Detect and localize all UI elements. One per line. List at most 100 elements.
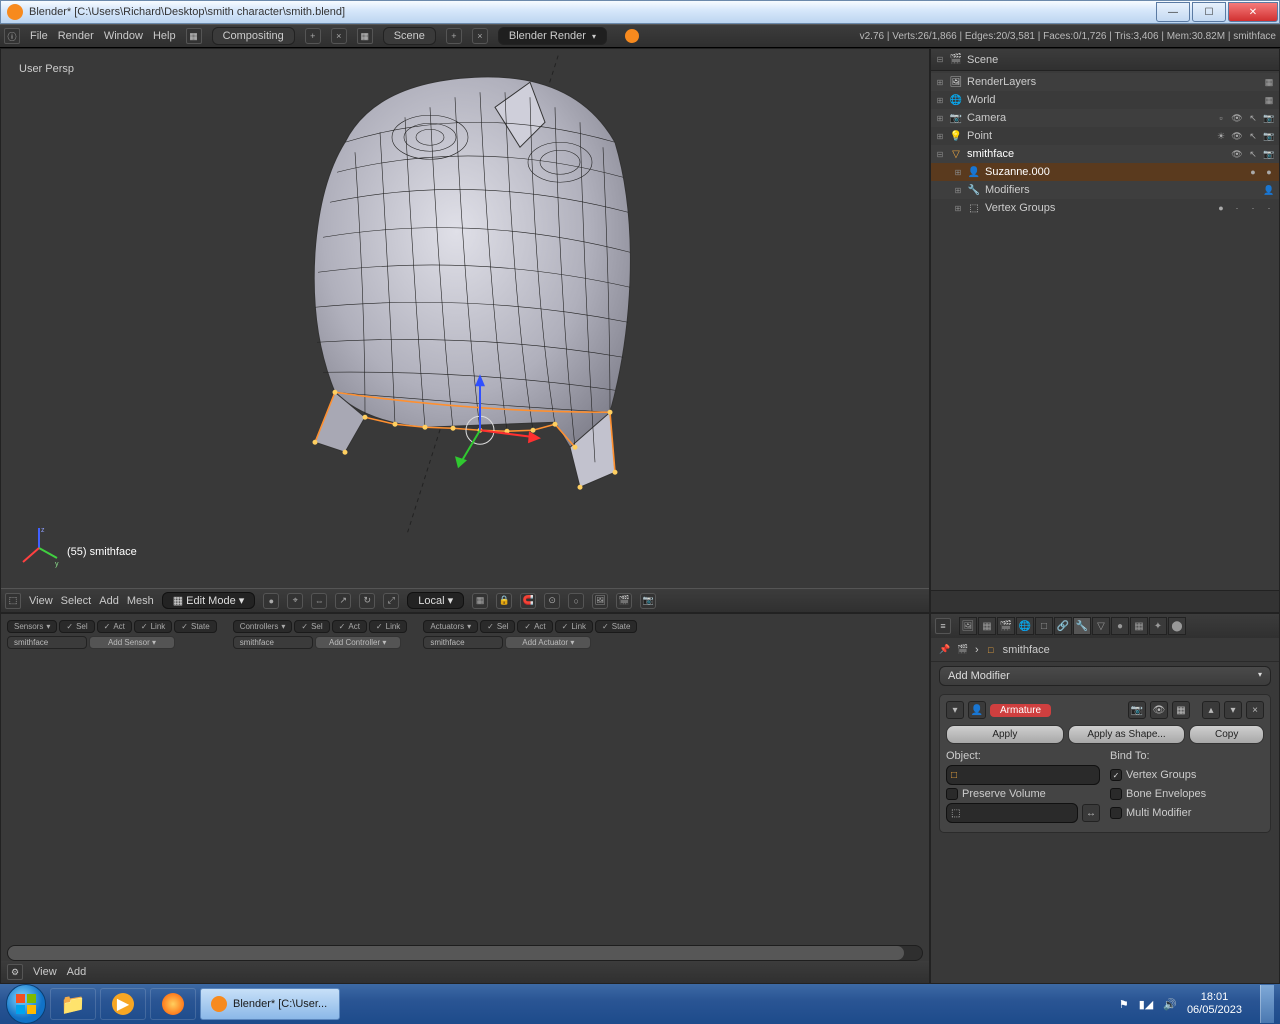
scene-browse-icon[interactable]: ▦ xyxy=(357,28,373,44)
bone-envelopes-checkbox[interactable] xyxy=(1110,788,1122,800)
tray-network-icon[interactable]: ▮◢ xyxy=(1139,998,1154,1011)
move-down-icon[interactable]: ▾ xyxy=(1224,701,1242,719)
manipulator-scale[interactable]: ⤢ xyxy=(383,593,399,609)
tab-physics[interactable]: ⬤ xyxy=(1168,617,1186,635)
editor-type-icon[interactable]: ⓘ xyxy=(4,28,20,44)
eye-icon[interactable]: 👁 xyxy=(1231,148,1243,160)
taskbar-media-player-icon[interactable]: ▶ xyxy=(100,988,146,1020)
properties-editor-type-icon[interactable]: ≡ xyxy=(935,618,951,634)
mesh-object[interactable] xyxy=(215,52,715,537)
add-modifier-button[interactable]: Add Modifier▾ xyxy=(939,666,1271,686)
screen-browse-icon[interactable]: ▦ xyxy=(186,28,202,44)
window-close-button[interactable]: ✕ xyxy=(1228,2,1278,22)
editor-type-3dview-icon[interactable]: ⬚ xyxy=(5,593,21,609)
add-scene-button[interactable]: + xyxy=(446,28,462,44)
add-sensor-button[interactable]: Add Sensor ▾ xyxy=(89,636,175,649)
proportional-edit-icon[interactable]: ○ xyxy=(568,593,584,609)
modifier-name[interactable]: Armature xyxy=(990,704,1051,717)
armature-object-field[interactable]: □ xyxy=(946,765,1100,785)
taskbar-clock[interactable]: 18:01 06/05/2023 xyxy=(1187,991,1242,1017)
render-icon[interactable]: 📷 xyxy=(1263,148,1275,160)
tab-scene[interactable]: 🎬 xyxy=(997,617,1015,635)
tray-flag-icon[interactable]: ⚑ xyxy=(1119,998,1129,1011)
render-preview-icon[interactable]: 🖼 xyxy=(592,593,608,609)
orientation-selector[interactable]: Local ▾ xyxy=(407,592,464,609)
opengl-render-icon[interactable]: 📷 xyxy=(640,593,656,609)
outliner-scene-name[interactable]: Scene xyxy=(967,54,998,66)
manipulator-rotate[interactable]: ↻ xyxy=(359,593,375,609)
eye-icon[interactable]: 👁 xyxy=(1231,112,1243,124)
delete-scene-button[interactable]: × xyxy=(472,28,488,44)
add-screen-button[interactable]: + xyxy=(305,28,321,44)
outliner-row-point[interactable]: ⊞💡Point☀👁↖📷 xyxy=(931,127,1279,145)
outliner-row-renderlayers[interactable]: ⊞🖼RenderLayers▦ xyxy=(931,73,1279,91)
cursor-icon[interactable]: ↖ xyxy=(1247,148,1259,160)
menu-render[interactable]: Render xyxy=(58,30,94,42)
taskbar-firefox-icon[interactable] xyxy=(150,988,196,1020)
outliner-row-world[interactable]: ⊞🌐World▦ xyxy=(931,91,1279,109)
3d-view-region[interactable]: User Persp xyxy=(1,49,929,588)
viewport-visibility-icon[interactable]: 👁 xyxy=(1150,701,1168,719)
window-minimize-button[interactable]: — xyxy=(1156,2,1190,22)
invert-vgroup-icon[interactable]: ↔ xyxy=(1082,804,1100,822)
actuators-dropdown[interactable]: Actuators ▾ xyxy=(423,620,478,633)
tab-render[interactable]: 🖼 xyxy=(959,617,977,635)
eye-icon[interactable]: 👁 xyxy=(1231,130,1243,142)
outliner-tree[interactable]: ⊞🖼RenderLayers▦ ⊞🌐World▦ ⊞📷Camera▫👁↖📷 ⊞💡… xyxy=(931,71,1279,590)
layers-button[interactable]: ▦ xyxy=(472,593,488,609)
snap-target-icon[interactable]: ⊙ xyxy=(544,593,560,609)
tab-constraints[interactable]: 🔗 xyxy=(1054,617,1072,635)
tab-material[interactable]: ● xyxy=(1111,617,1129,635)
apply-shape-button[interactable]: Apply as Shape... xyxy=(1068,725,1186,744)
delete-modifier-button[interactable]: × xyxy=(1246,701,1264,719)
outliner-row-modifiers[interactable]: ⊞🔧Modifiers👤 xyxy=(931,181,1279,199)
snap-toggle[interactable]: 🧲 xyxy=(520,593,536,609)
vertex-groups-checkbox[interactable]: ✓ xyxy=(1110,769,1122,781)
move-up-icon[interactable]: ▴ xyxy=(1202,701,1220,719)
cursor-icon[interactable]: ↖ xyxy=(1247,112,1259,124)
panel-collapse-icon[interactable]: ▾ xyxy=(946,701,964,719)
editmode-visibility-icon[interactable]: ▦ xyxy=(1172,701,1190,719)
logic-scrollbar[interactable] xyxy=(7,945,923,961)
render-anim-icon[interactable]: 🎬 xyxy=(616,593,632,609)
pin-icon[interactable]: 📌 xyxy=(939,644,951,656)
collapse-icon[interactable]: ⊟ xyxy=(935,55,945,64)
render-icon[interactable]: 📷 xyxy=(1263,112,1275,124)
logic-view-menu[interactable]: View xyxy=(33,966,57,978)
render-engine-selector[interactable]: Blender Render ▾ xyxy=(498,27,607,45)
manipulator-translate[interactable]: ↗ xyxy=(335,593,351,609)
cursor-icon[interactable]: ↖ xyxy=(1247,130,1259,142)
tab-modifiers[interactable]: 🔧 xyxy=(1073,617,1091,635)
outliner-row-camera[interactable]: ⊞📷Camera▫👁↖📷 xyxy=(931,109,1279,127)
outliner-row-vertexgroups[interactable]: ⊞⬚Vertex Groups●··· xyxy=(931,199,1279,217)
apply-button[interactable]: Apply xyxy=(946,725,1064,744)
view-menu[interactable]: View xyxy=(29,595,53,607)
sensors-dropdown[interactable]: Sensors ▾ xyxy=(7,620,57,633)
tab-world[interactable]: 🌐 xyxy=(1016,617,1034,635)
start-button[interactable] xyxy=(6,984,46,1024)
show-desktop-button[interactable] xyxy=(1260,985,1274,1023)
render-icon[interactable]: 📷 xyxy=(1263,130,1275,142)
add-menu[interactable]: Add xyxy=(99,595,119,607)
manipulator-toggle[interactable]: ⇔ xyxy=(311,593,327,609)
tab-texture[interactable]: ▦ xyxy=(1130,617,1148,635)
render-visibility-icon[interactable]: 📷 xyxy=(1128,701,1146,719)
mode-selector[interactable]: ▦ Edit Mode ▾ xyxy=(162,592,256,609)
tab-object[interactable]: □ xyxy=(1035,617,1053,635)
window-maximize-button[interactable]: ☐ xyxy=(1192,2,1226,22)
tab-renderlayers[interactable]: ▦ xyxy=(978,617,996,635)
pivot-selector[interactable]: ⌖ xyxy=(287,593,303,609)
tray-volume-icon[interactable]: 🔊 xyxy=(1163,998,1177,1011)
logic-add-menu[interactable]: Add xyxy=(67,966,87,978)
copy-button[interactable]: Copy xyxy=(1189,725,1264,744)
logic-editor-type-icon[interactable]: ⚙ xyxy=(7,964,23,980)
screen-layout-selector[interactable]: Compositing xyxy=(212,27,295,45)
controllers-dropdown[interactable]: Controllers ▾ xyxy=(233,620,293,633)
shading-selector[interactable]: ● xyxy=(263,593,279,609)
vertex-group-field[interactable]: ⬚ xyxy=(946,803,1078,823)
scene-selector[interactable]: Scene xyxy=(383,27,436,45)
add-actuator-button[interactable]: Add Actuator ▾ xyxy=(505,636,591,649)
lock-camera-icon[interactable]: 🔒 xyxy=(496,593,512,609)
taskbar-explorer-icon[interactable]: 📁 xyxy=(50,988,96,1020)
breadcrumb-object[interactable]: smithface xyxy=(1003,644,1050,656)
